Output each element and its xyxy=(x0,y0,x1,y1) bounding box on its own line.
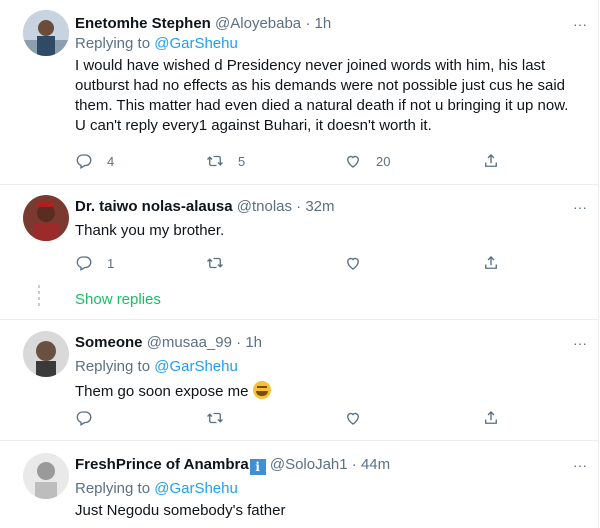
tweet-4[interactable]: FreshPrince of Anambra i @SoloJah1 · 44m … xyxy=(0,441,599,528)
tweet-actions: 1 xyxy=(75,253,515,273)
timestamp[interactable]: 1h xyxy=(245,334,262,351)
retweet-icon xyxy=(207,412,223,424)
tweet-header: Someone @musaa_99 · 1h xyxy=(75,333,582,353)
share-button[interactable] xyxy=(482,408,500,428)
grinning-squinting-face-icon xyxy=(252,381,271,399)
retweet-icon xyxy=(207,257,223,269)
user-handle[interactable]: @tnolas xyxy=(237,198,292,215)
display-name[interactable]: Dr. taiwo nolas-alausa xyxy=(75,198,233,215)
timestamp[interactable]: 32m xyxy=(305,198,334,215)
reply-button[interactable] xyxy=(75,408,93,428)
like-button[interactable] xyxy=(344,408,362,428)
tweet-text: I would have wished d Presidency never j… xyxy=(75,57,569,134)
thread-connector xyxy=(38,285,40,309)
share-button[interactable] xyxy=(482,151,500,171)
like-button[interactable]: 20 xyxy=(344,151,390,171)
tweet-actions: 4 5 20 xyxy=(75,151,515,171)
separator-dot: · xyxy=(236,334,242,351)
avatar[interactable] xyxy=(23,10,69,56)
avatar-image xyxy=(23,331,69,377)
mention-link[interactable]: @GarShehu xyxy=(154,35,238,52)
reply-count: 1 xyxy=(107,255,115,271)
avatar-image xyxy=(23,10,69,56)
like-button[interactable] xyxy=(344,253,362,273)
replying-to-label: Replying to xyxy=(75,35,151,52)
avatar-image xyxy=(23,195,69,241)
more-options-icon[interactable]: ··· xyxy=(570,16,590,36)
tweet-actions xyxy=(75,408,515,428)
like-count: 20 xyxy=(376,153,391,169)
retweet-button[interactable] xyxy=(206,408,224,428)
reply-button[interactable]: 4 xyxy=(75,151,114,171)
tweet-text: Thank you my brother. xyxy=(75,222,225,239)
share-icon xyxy=(485,154,497,167)
heart-icon xyxy=(347,155,359,168)
heart-icon xyxy=(347,257,359,270)
retweet-button[interactable]: 5 xyxy=(206,151,245,171)
tweet-text: Just Negodu somebody's father xyxy=(75,502,286,519)
tweet-header: Enetomhe Stephen @Aloyebaba · 1h xyxy=(75,14,582,34)
replying-to-label: Replying to xyxy=(75,480,151,497)
tweet-2[interactable]: Dr. taiwo nolas-alausa @tnolas · 32m Tha… xyxy=(0,185,599,318)
tweet-header: FreshPrince of Anambra i @SoloJah1 · 44m xyxy=(75,455,582,475)
reply-count: 4 xyxy=(107,153,115,169)
user-handle[interactable]: @Aloyebaba xyxy=(215,15,301,32)
more-options-icon[interactable]: ··· xyxy=(570,457,590,477)
tweet-1[interactable]: Enetomhe Stephen @Aloyebaba · 1h Replyin… xyxy=(0,0,599,185)
avatar-image xyxy=(23,453,69,499)
retweet-icon xyxy=(207,155,223,167)
user-handle[interactable]: @SoloJah1 xyxy=(270,456,348,473)
avatar[interactable] xyxy=(23,453,69,499)
replying-to-label: Replying to xyxy=(75,358,151,375)
heart-icon xyxy=(347,412,359,425)
separator-dot: · xyxy=(351,456,357,473)
display-name[interactable]: Someone xyxy=(75,334,143,351)
avatar[interactable] xyxy=(23,195,69,241)
reply-icon xyxy=(76,256,92,271)
tweet-header: Dr. taiwo nolas-alausa @tnolas · 32m xyxy=(75,197,582,217)
display-name[interactable]: Enetomhe Stephen xyxy=(75,15,211,32)
timestamp[interactable]: 1h xyxy=(315,15,332,32)
retweet-count: 5 xyxy=(238,153,246,169)
share-icon xyxy=(485,411,497,424)
reply-icon xyxy=(76,411,92,426)
replying-to: Replying to @GarShehu xyxy=(75,479,582,499)
share-button[interactable] xyxy=(482,253,500,273)
display-name[interactable]: FreshPrince of Anambra xyxy=(75,456,249,473)
replying-to: Replying to @GarShehu xyxy=(75,34,582,54)
more-options-icon[interactable]: ··· xyxy=(570,335,590,355)
replying-to: Replying to @GarShehu xyxy=(75,357,582,377)
retweet-button[interactable] xyxy=(206,253,224,273)
share-icon xyxy=(485,256,497,269)
mention-link[interactable]: @GarShehu xyxy=(154,480,238,497)
separator-dot: · xyxy=(296,198,302,215)
show-replies-link[interactable]: Show replies xyxy=(75,291,161,308)
avatar[interactable] xyxy=(23,331,69,377)
reply-icon xyxy=(76,154,92,169)
tweet-text-row: Them go soon expose me xyxy=(75,381,582,402)
separator-dot: · xyxy=(305,15,311,32)
tweet-3[interactable]: Someone @musaa_99 · 1h Replying to @GarS… xyxy=(0,320,599,441)
more-options-icon[interactable]: ··· xyxy=(570,199,590,219)
info-badge-icon: i xyxy=(249,459,266,475)
mention-link[interactable]: @GarShehu xyxy=(154,358,238,375)
timestamp[interactable]: 44m xyxy=(361,456,390,473)
tweet-text: Them go soon expose me xyxy=(75,383,249,400)
user-handle[interactable]: @musaa_99 xyxy=(147,334,232,351)
reply-button[interactable]: 1 xyxy=(75,253,114,273)
